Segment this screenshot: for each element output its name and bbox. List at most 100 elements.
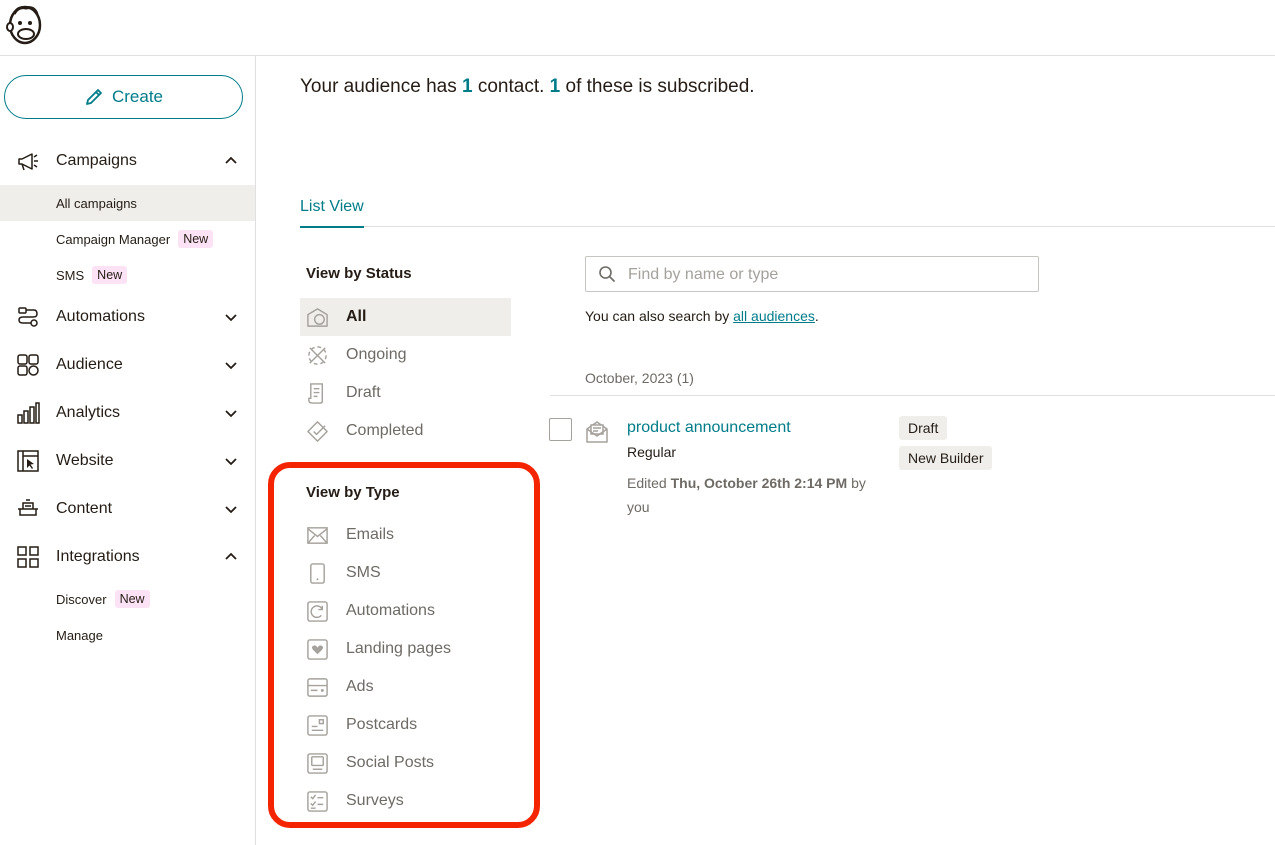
social-post-icon [307, 753, 328, 774]
filter-label: Ads [346, 678, 374, 695]
search-hint: You can also search by all audiences. [585, 308, 819, 324]
tab-list-view[interactable]: List View [300, 198, 364, 228]
filter-label: Surveys [346, 792, 404, 809]
main-content: Your audience has 1 contact. 1 of these … [256, 56, 1275, 845]
campaign-title-link[interactable]: product announcement [627, 419, 791, 437]
all-audiences-link[interactable]: all audiences [733, 308, 815, 324]
type-filter-heading: View by Type [306, 484, 400, 501]
sub-item-all-campaigns[interactable]: All campaigns [0, 185, 255, 221]
view-tabs: List View [300, 186, 1275, 228]
contact-count[interactable]: 1 [462, 76, 473, 97]
type-filter-emails[interactable]: Emails [300, 516, 511, 554]
mailchimp-logo-icon[interactable] [6, 4, 44, 46]
date-group-header: October, 2023 (1) [550, 356, 1275, 396]
sub-item-campaign-manager[interactable]: Campaign Manager New [0, 221, 255, 257]
nav-label: Integrations [56, 548, 140, 565]
chevron-down-icon [225, 362, 237, 370]
nav-analytics[interactable]: Analytics [0, 393, 255, 433]
sub-item-label: SMS [56, 267, 85, 283]
nav-label: Website [56, 452, 114, 469]
status-tag-draft: Draft [899, 416, 948, 440]
chevron-down-icon [225, 314, 237, 322]
chevron-up-icon [225, 156, 237, 164]
nav-label: Automations [56, 308, 145, 325]
draft-icon [308, 383, 324, 404]
email-campaign-icon [586, 421, 608, 443]
summary-text: of these is subscribed. [560, 76, 755, 97]
sidebar: Create Campaigns All campaigns Campaign … [0, 56, 256, 845]
filter-label: Social Posts [346, 754, 435, 771]
nav-integrations[interactable]: Integrations [0, 537, 255, 577]
sub-item-label: Campaign Manager [56, 231, 171, 247]
audience-icon [17, 354, 39, 376]
filter-label: Draft [346, 384, 381, 401]
top-bar [0, 0, 1275, 56]
type-filter-sms[interactable]: SMS [300, 554, 511, 592]
website-icon [17, 450, 39, 472]
type-filter-automations[interactable]: Automations [300, 592, 511, 630]
pencil-icon [86, 89, 102, 105]
summary-text: contact. [472, 76, 550, 97]
type-filter-surveys[interactable]: Surveys [300, 782, 511, 820]
phone-icon [310, 563, 325, 584]
nav-label: Campaigns [56, 152, 137, 169]
nav-content[interactable]: Content [0, 489, 255, 529]
filter-label: SMS [346, 564, 381, 581]
sub-item-label: Discover [56, 591, 107, 607]
status-filter-completed[interactable]: Completed [300, 412, 511, 450]
audience-summary: Your audience has 1 contact. 1 of these … [300, 76, 755, 98]
grid-icon [17, 546, 39, 568]
postcard-icon [307, 715, 328, 736]
filter-label: Completed [346, 422, 424, 439]
date-group-label: October, 2023 (1) [585, 370, 694, 386]
new-badge: New [92, 266, 128, 284]
sub-item-discover[interactable]: Discover New [0, 581, 255, 617]
campaign-edited-info: Edited Thu, October 26th 2:14 PM by you [627, 471, 887, 519]
status-filter-all[interactable]: All [300, 298, 511, 336]
filter-label: Ongoing [346, 346, 407, 363]
campaign-checkbox[interactable] [549, 418, 572, 441]
search-box [585, 256, 1039, 293]
status-filter-draft[interactable]: Draft [300, 374, 511, 412]
search-input[interactable] [626, 257, 1030, 293]
status-filter-ongoing[interactable]: Ongoing [300, 336, 511, 374]
nav-automations[interactable]: Automations [0, 297, 255, 337]
survey-icon [307, 791, 328, 812]
nav-label: Analytics [56, 404, 121, 421]
search-icon [599, 266, 616, 283]
chevron-down-icon [225, 410, 237, 418]
completed-icon [307, 421, 328, 442]
filter-label: Postcards [346, 716, 418, 733]
filter-label: Emails [346, 526, 395, 543]
new-badge: New [178, 230, 214, 248]
nav-label: Content [56, 500, 113, 517]
type-filter-ads[interactable]: Ads [300, 668, 511, 706]
content-icon [18, 499, 38, 516]
sub-item-sms[interactable]: SMS New [0, 257, 255, 293]
type-filter-landing-pages[interactable]: Landing pages [300, 630, 511, 668]
nav-campaigns[interactable]: Campaigns [0, 141, 255, 181]
subscribed-count[interactable]: 1 [550, 76, 561, 97]
type-filter-social-posts[interactable]: Social Posts [300, 744, 511, 782]
sub-item-label: Manage [56, 627, 103, 643]
edited-text: Edited [627, 475, 671, 491]
filter-label: Automations [346, 602, 435, 619]
ongoing-icon [308, 346, 327, 365]
automations-icon [18, 307, 38, 327]
ads-icon [307, 678, 328, 697]
create-button-label: Create [111, 87, 164, 106]
bar-chart-icon [17, 402, 40, 424]
all-icon [307, 308, 328, 327]
create-button[interactable]: Create [4, 75, 243, 119]
search-hint-text: You can also search by [585, 308, 734, 324]
nav-audience[interactable]: Audience [0, 345, 255, 385]
sub-item-manage[interactable]: Manage [0, 617, 255, 653]
filter-label: All [346, 308, 367, 325]
nav-website[interactable]: Website [0, 441, 255, 481]
status-filter-heading: View by Status [306, 265, 412, 282]
megaphone-icon [18, 153, 38, 171]
chevron-up-icon [225, 552, 237, 560]
builder-tag: New Builder [899, 446, 993, 470]
type-filter-postcards[interactable]: Postcards [300, 706, 511, 744]
automation-icon [307, 601, 328, 622]
